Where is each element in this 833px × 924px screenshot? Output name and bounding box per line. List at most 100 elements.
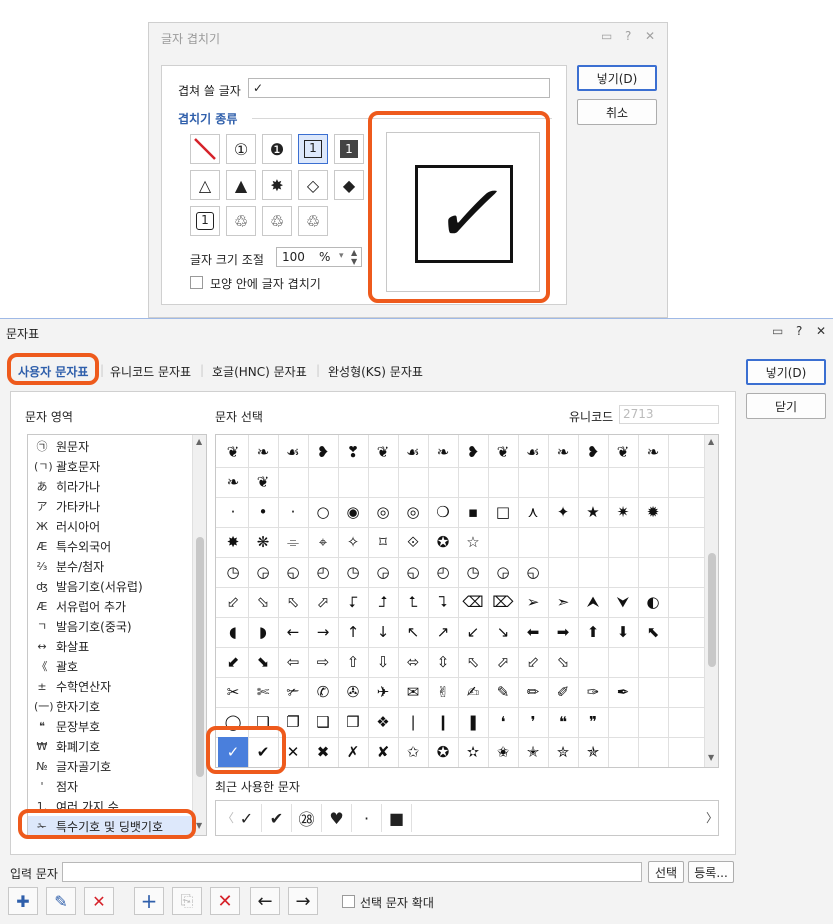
char-cell[interactable]: ✏: [518, 677, 548, 707]
char-cell[interactable]: ❝: [548, 707, 578, 737]
char-cell[interactable]: ✩: [398, 737, 428, 767]
char-cell[interactable]: ◗: [248, 617, 278, 647]
add-char-button[interactable]: +: [134, 887, 164, 915]
edit-set-button[interactable]: ✎: [46, 887, 76, 915]
char-cell[interactable]: [608, 647, 638, 677]
char-cell[interactable]: ❥: [578, 437, 608, 467]
char-cell[interactable]: [578, 467, 608, 497]
char-cell[interactable]: ✒: [608, 677, 638, 707]
char-cell[interactable]: ◶: [488, 557, 518, 587]
char-cell[interactable]: ✧: [338, 527, 368, 557]
overlay-char-input[interactable]: ✓: [248, 78, 550, 98]
char-cell[interactable]: ✎: [488, 677, 518, 707]
char-cell[interactable]: ⬅: [518, 617, 548, 647]
char-cell[interactable]: [338, 467, 368, 497]
char-cell[interactable]: ◐: [638, 587, 668, 617]
input-field[interactable]: [62, 862, 642, 882]
char-cell[interactable]: ✭: [518, 737, 548, 767]
char-cell[interactable]: [458, 467, 488, 497]
char-cell[interactable]: ✪: [428, 527, 458, 557]
scroll-up-icon[interactable]: ▲: [708, 437, 714, 446]
char-cell[interactable]: •: [248, 497, 278, 527]
scroll-up-icon[interactable]: ▲: [196, 437, 202, 446]
char-cell[interactable]: ◴: [428, 557, 458, 587]
char-cell[interactable]: →: [308, 617, 338, 647]
close-icon[interactable]: ✕: [645, 29, 655, 43]
char-cell[interactable]: ○: [308, 497, 338, 527]
tab-unicode-charmap[interactable]: 유니코드 문자표: [110, 363, 191, 380]
type-recycle-2[interactable]: ♲: [262, 206, 292, 236]
char-cell[interactable]: ⬉: [638, 617, 668, 647]
select-button[interactable]: 선택: [648, 861, 684, 883]
recent-char[interactable]: ·: [352, 804, 382, 832]
char-cell[interactable]: ⮝: [578, 587, 608, 617]
char-cell[interactable]: ❦: [248, 467, 278, 497]
area-list-item[interactable]: ⅔ 분수/첨자: [28, 556, 192, 576]
char-cell[interactable]: ❣: [338, 437, 368, 467]
area-list-item[interactable]: ア 가타카나: [28, 496, 192, 516]
char-cell[interactable]: ✮: [548, 737, 578, 767]
char-cell[interactable]: [308, 467, 338, 497]
char-cell[interactable]: ❧: [638, 437, 668, 467]
recent-next-icon[interactable]: 〉: [706, 809, 718, 826]
help-icon[interactable]: ?: [796, 324, 802, 338]
char-cell[interactable]: [608, 467, 638, 497]
char-cell[interactable]: ✄: [248, 677, 278, 707]
char-cell[interactable]: ·: [278, 497, 308, 527]
char-cell[interactable]: ←: [278, 617, 308, 647]
char-cell[interactable]: ⌫: [458, 587, 488, 617]
char-cell[interactable]: ⬊: [248, 647, 278, 677]
char-cell[interactable]: ⮦: [338, 587, 368, 617]
char-cell[interactable]: ✑: [578, 677, 608, 707]
char-cell[interactable]: ◶: [368, 557, 398, 587]
delete-char-button[interactable]: ✕: [210, 887, 240, 915]
char-cell[interactable]: ⬂: [248, 587, 278, 617]
area-list-item[interactable]: Æ 서유럽어 추가: [28, 596, 192, 616]
char-cell[interactable]: [518, 467, 548, 497]
area-list-item[interactable]: (ㄱ) 괄호문자: [28, 456, 192, 476]
char-cell[interactable]: [488, 527, 518, 557]
type-square[interactable]: 1: [298, 134, 328, 164]
scroll-down-icon[interactable]: ▼: [708, 753, 714, 762]
char-cell[interactable]: ·: [218, 497, 248, 527]
char-cell[interactable]: ❦: [608, 437, 638, 467]
char-cell[interactable]: ✂: [218, 677, 248, 707]
char-cell[interactable]: ✘: [368, 737, 398, 767]
char-cell[interactable]: ⬁: [458, 647, 488, 677]
char-cell[interactable]: ✌: [428, 677, 458, 707]
charmap-close-button[interactable]: 닫기: [746, 393, 826, 419]
overlay-insert-button[interactable]: 넣기(D): [577, 65, 657, 91]
char-cell[interactable]: ✷: [608, 497, 638, 527]
register-button[interactable]: 등록...: [688, 861, 734, 883]
char-cell[interactable]: ⬀: [308, 587, 338, 617]
char-cell[interactable]: ❧: [548, 437, 578, 467]
char-cell[interactable]: ⬋: [218, 647, 248, 677]
char-cell[interactable]: [638, 737, 668, 767]
char-cell[interactable]: ✦: [548, 497, 578, 527]
dropdown-arrow-icon[interactable]: ▾: [339, 251, 344, 261]
char-cell[interactable]: [638, 467, 668, 497]
char-cell[interactable]: ↘: [488, 617, 518, 647]
char-cell[interactable]: ◶: [248, 557, 278, 587]
area-list-item[interactable]: № 글자골기호: [28, 756, 192, 776]
char-cell[interactable]: [608, 557, 638, 587]
char-cell[interactable]: [398, 467, 428, 497]
char-cell[interactable]: ❋: [248, 527, 278, 557]
char-cell[interactable]: ❒: [338, 707, 368, 737]
type-rounded-square[interactable]: 1: [190, 206, 220, 236]
char-cell[interactable]: ⬃: [218, 587, 248, 617]
char-cell[interactable]: [638, 527, 668, 557]
char-cell[interactable]: ↑: [338, 617, 368, 647]
char-cell[interactable]: ⬇: [608, 617, 638, 647]
char-cell[interactable]: ⌦: [488, 587, 518, 617]
char-cell[interactable]: ❥: [308, 437, 338, 467]
char-cell[interactable]: [638, 677, 668, 707]
char-cell[interactable]: [578, 647, 608, 677]
scroll-thumb[interactable]: [196, 537, 204, 777]
spinner-up-icon[interactable]: ▲: [351, 248, 357, 257]
char-cell[interactable]: ✍: [458, 677, 488, 707]
char-cell[interactable]: ⬆: [578, 617, 608, 647]
char-cell[interactable]: ➢: [518, 587, 548, 617]
char-cell[interactable]: ◖: [218, 617, 248, 647]
recent-char[interactable]: ✔: [262, 804, 292, 832]
